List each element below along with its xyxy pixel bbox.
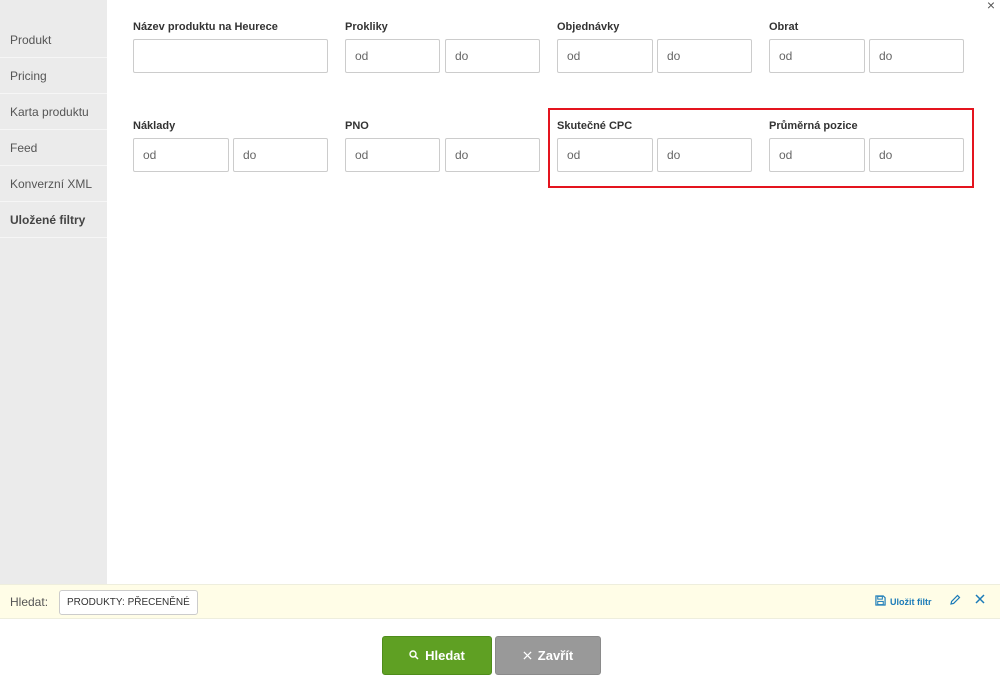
sidebar-item-label: Produkt [10,32,52,47]
search-icon [409,648,419,663]
sidebar-item-feed[interactable]: Feed [0,130,107,166]
sidebar-item-label: Uložené filtry [10,212,86,227]
sidebar-item-ulozene-filtry[interactable]: Uložené filtry [0,202,107,238]
sidebar-item-label: Pricing [10,68,47,83]
prokliky-to-input[interactable]: do [445,39,540,73]
objednavky-from-input[interactable]: od [557,39,653,73]
label-prokliky: Prokliky [345,21,388,33]
filter-bar: Hledat: PRODUKTY: PŘECENĚNÉ Uložit filtr [0,584,1000,619]
filter-tag[interactable]: PRODUKTY: PŘECENĚNÉ [59,590,198,615]
save-filter-button[interactable]: Uložit filtr [875,595,932,608]
pno-from-input[interactable]: od [345,138,440,172]
pno-to-input[interactable]: do [445,138,540,172]
search-label: Hledat: [10,595,49,609]
cpc-to-input[interactable]: do [657,138,752,172]
sidebar-item-label: Feed [10,140,38,155]
naklady-to-input[interactable]: do [233,138,328,172]
remove-filter-icon[interactable] [975,593,985,606]
pencil-icon[interactable] [949,594,961,608]
close-button[interactable]: Zavřít [495,636,601,675]
pozice-to-input[interactable]: do [869,138,964,172]
label-pno: PNO [345,120,369,132]
sidebar-item-konverzni-xml[interactable]: Konverzní XML [0,166,107,202]
sidebar-item-label: Konverzní XML [10,176,93,191]
label-objednavky: Objednávky [557,21,620,33]
label-naklady: Náklady [133,120,176,132]
objednavky-to-input[interactable]: do [657,39,752,73]
close-icon[interactable]: × [984,0,998,12]
label-obrat: Obrat [769,21,799,33]
label-skutecne-cpc: Skutečné CPC [557,120,633,132]
sidebar-item-pricing[interactable]: Pricing [0,58,107,94]
cpc-from-input[interactable]: od [557,138,653,172]
search-button[interactable]: Hledat [382,636,492,675]
obrat-to-input[interactable]: do [869,39,964,73]
pozice-from-input[interactable]: od [769,138,865,172]
prokliky-from-input[interactable]: od [345,39,440,73]
sidebar-item-karta-produktu[interactable]: Karta produktu [0,94,107,130]
close-button-label: Zavřít [537,648,574,663]
obrat-from-input[interactable]: od [769,39,865,73]
sidebar-item-label: Karta produktu [10,104,89,119]
save-filter-label: Uložit filtr [890,596,932,607]
naklady-from-input[interactable]: od [133,138,229,172]
search-button-label: Hledat [425,648,465,663]
label-prumerna-pozice: Průměrná pozice [769,120,858,132]
nazev-produktu-input[interactable] [133,39,328,73]
label-nazev-produktu: Název produktu na Heurece [133,21,278,33]
sidebar-item-produkt[interactable]: Produkt [0,22,107,58]
floppy-disk-icon [875,595,886,608]
sidebar: Produkt Pricing Karta produktu Feed Konv… [0,0,107,584]
close-icon [523,648,532,663]
